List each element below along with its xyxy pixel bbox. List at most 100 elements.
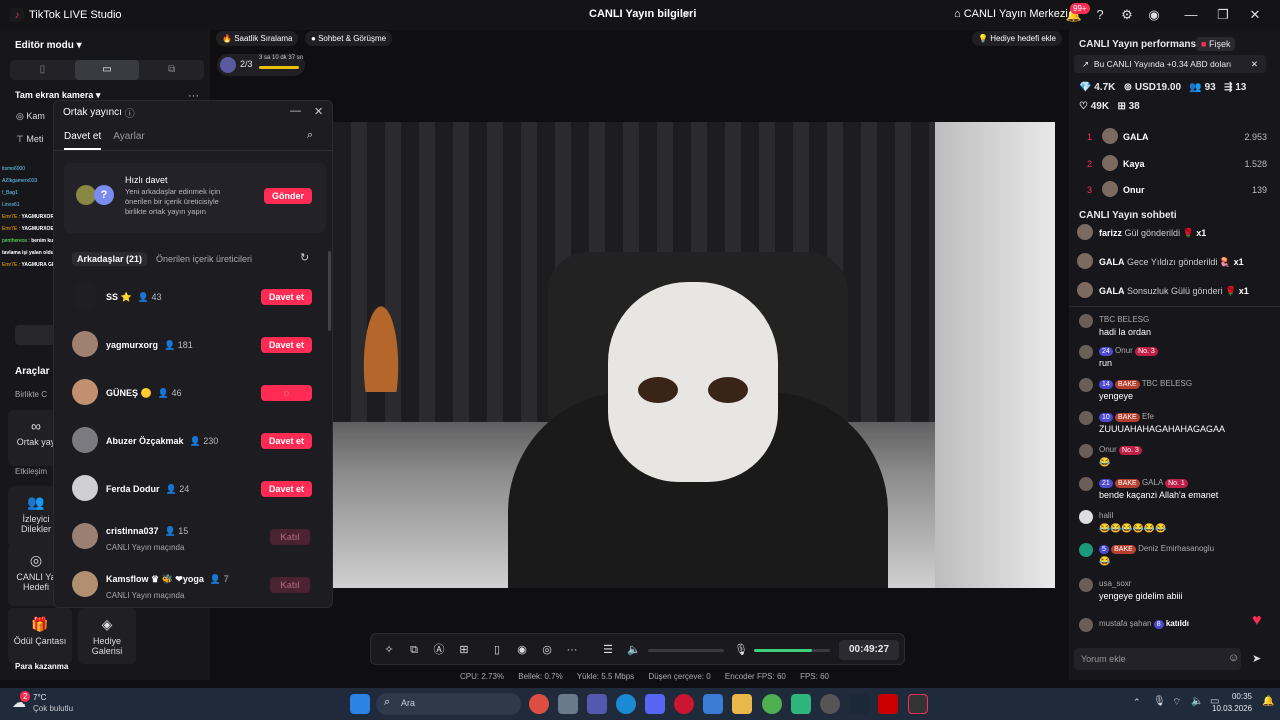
maximize-icon[interactable]: ❐ [1214, 6, 1232, 24]
add-source-button[interactable] [15, 325, 55, 345]
reward-bag-tool[interactable]: 🎁 Ödül Çantası [8, 608, 72, 664]
invite-button[interactable]: Davet et [261, 289, 312, 305]
taskbar-search[interactable]: ⌕ Ara [376, 693, 521, 715]
store-icon[interactable] [558, 694, 578, 714]
share-icon: ⇶ [1224, 82, 1233, 93]
mic-volume-slider[interactable] [754, 649, 830, 652]
metrics-row-1: 💎 4.7K ⊚ USD19.00 👥 93 ⇶ 13 [1079, 82, 1246, 93]
opera-icon[interactable] [674, 694, 694, 714]
microphone-icon[interactable]: 🎙 [733, 642, 749, 658]
portrait-mode-tab[interactable]: ▯ [10, 60, 75, 80]
chat-user: mustafa şahan [1099, 619, 1152, 628]
sliders-icon[interactable]: ☰ [600, 642, 616, 658]
suggested-tab[interactable]: Önerilen içerik üreticileri [156, 254, 252, 264]
loading-invite-button[interactable]: ◌ [261, 385, 312, 401]
emoji-icon[interactable]: ☺ [1228, 652, 1239, 664]
minimize-panel-icon[interactable]: — [290, 105, 301, 117]
gear-icon[interactable]: ⚙ [1118, 6, 1136, 24]
chrome-alt-icon[interactable] [762, 694, 782, 714]
tiktok-live-icon[interactable] [908, 694, 928, 714]
guitar-image [351, 262, 411, 392]
follower-count-text: 181 [177, 340, 193, 350]
steam-icon[interactable] [849, 694, 869, 714]
gift-gallery-tool[interactable]: ◈ Hediye Galerisi [78, 608, 136, 664]
invite-button[interactable]: Davet et [261, 481, 312, 497]
minimize-icon[interactable]: — [1182, 6, 1200, 24]
windows-start-icon[interactable] [350, 694, 370, 714]
friend-name-text: cristinna037 [106, 526, 159, 536]
progress-widget[interactable]: 2/3 3 sa 10 dk 37 sn [217, 54, 305, 76]
notification-icon[interactable]: 🔔 [1262, 696, 1274, 707]
close-banner-icon[interactable]: ✕ [1251, 55, 1258, 73]
comment-input[interactable]: Yorum ekle ☺ [1074, 648, 1241, 670]
close-panel-icon[interactable]: ✕ [314, 105, 323, 118]
overlay-user: Emr7E [2, 226, 18, 232]
friend-name-text: Abuzer Özçakmak [106, 436, 184, 446]
level-badge: 5 [1099, 545, 1109, 554]
help-icon[interactable]: ? [1091, 6, 1109, 24]
source-text[interactable]: ⊤ Meti [16, 134, 43, 145]
avatar [72, 427, 98, 453]
dual-mode-tab[interactable]: ⧉ [139, 60, 204, 80]
send-icon[interactable]: ➤ [1252, 652, 1261, 665]
speaker-volume-slider[interactable] [648, 649, 724, 652]
tab-settings[interactable]: Ayarlar [113, 131, 145, 150]
tray-chevron-icon[interactable]: ⌃ [1133, 697, 1141, 708]
discord-icon[interactable] [645, 694, 665, 714]
refresh-icon[interactable]: ↻ [300, 251, 309, 264]
share-icon[interactable]: ⇗ [681, 8, 690, 21]
invite-button[interactable]: Davet et [261, 337, 312, 353]
editor-mode-dropdown[interactable]: Editör modu ▾ [15, 40, 82, 51]
edge-icon[interactable] [616, 694, 636, 714]
chrome-icon[interactable] [529, 694, 549, 714]
magic-wand-icon[interactable]: ✧ [381, 642, 397, 658]
phone-icon[interactable]: ▯ [489, 642, 505, 658]
send-button[interactable]: Gönder [264, 188, 312, 204]
ai-icon[interactable]: Ⓐ [431, 642, 447, 658]
hourly-rank-pill[interactable]: 🔥 Saatlik Sıralama [216, 31, 299, 46]
overlay-user: AZIkgamerx033 [2, 178, 38, 184]
avatar [1079, 578, 1093, 592]
record-icon[interactable]: ◉ [514, 642, 530, 658]
mail-icon[interactable] [703, 694, 723, 714]
scrollbar[interactable] [328, 251, 331, 331]
tray-network-icon[interactable]: ⌔ [1172, 696, 1181, 709]
landscape-mode-tab[interactable]: ▭ [74, 60, 140, 80]
avatar[interactable]: ◉ [1145, 6, 1163, 24]
app-title: TikTok LIVE Studio [29, 9, 122, 21]
xbox-icon[interactable] [791, 694, 811, 714]
layout-icon[interactable]: ⊞ [456, 642, 472, 658]
friends-tab[interactable]: Arkadaşlar (21) [72, 252, 148, 266]
search-icon[interactable]: ⌕ [307, 129, 313, 142]
dropped-frames-stat: Düşen çerçeve: 0 [648, 672, 711, 681]
bag-icon: 🎁 [31, 616, 49, 632]
join-button[interactable]: Katıl [270, 529, 310, 545]
clock-time[interactable]: 00:35 [1230, 692, 1252, 701]
join-button[interactable]: Katıl [270, 577, 310, 593]
close-icon[interactable]: ✕ [1246, 6, 1264, 24]
firework-button[interactable]: ■ Fişek [1196, 37, 1236, 51]
quick-invite-desc: Yeni arkadaşlar edinmek için önerilen bi… [125, 187, 221, 216]
youtube-icon[interactable] [878, 694, 898, 714]
tab-invite[interactable]: Davet et [64, 131, 102, 150]
info-icon[interactable]: ⓘ [125, 105, 135, 120]
source-camera[interactable]: ◎ Kam [16, 111, 45, 122]
invite-button[interactable]: Davet et [261, 433, 312, 449]
encoder-fps-stat: Encoder FPS: 60 [724, 672, 786, 681]
camera-target-icon[interactable]: ◎ [539, 642, 555, 658]
gift-multiplier: x1 [1238, 286, 1249, 296]
avatar [72, 379, 98, 405]
live-center-button[interactable]: ⌂ CANLI Yayın Merkezi [954, 8, 1068, 20]
chat-meet-pill[interactable]: ● Sohbet & Görüşme [305, 31, 393, 46]
speaker-icon[interactable]: 🔈 [626, 642, 642, 658]
effects-icon[interactable]: ⧉ [406, 642, 422, 658]
folder-icon[interactable] [732, 694, 752, 714]
teams-icon[interactable] [587, 694, 607, 714]
gift-goal-pill[interactable]: 💡 Hediye hedefi ekle [972, 31, 1063, 46]
tray-mic-icon[interactable]: 🎙 [1153, 696, 1166, 707]
tray-volume-icon[interactable]: 🔈 [1191, 696, 1203, 707]
clock-date[interactable]: 10.03.2026 [1212, 704, 1252, 713]
source-text-label: Meti [26, 134, 44, 144]
obs-icon[interactable] [820, 694, 840, 714]
more-icon[interactable]: ··· [564, 642, 580, 658]
